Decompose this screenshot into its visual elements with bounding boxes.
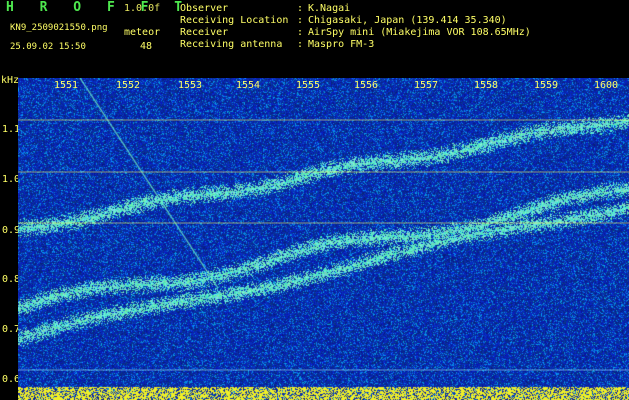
capture-datetime: 25.09.02 15:50 [10, 42, 86, 52]
x-tick-label: 1558 [474, 80, 499, 91]
x-tick-label: 1557 [414, 80, 439, 91]
info-value-observer: K.Nagai [308, 3, 351, 14]
info-label-antenna: Receiving antenna [180, 39, 283, 50]
x-tick-label: 1559 [534, 80, 559, 91]
hrofft-window: H R O F F T 1.0.0f KN9_2509021550.png 25… [0, 0, 629, 400]
x-tick-label: 1552 [116, 80, 141, 91]
info-value-receiver: AirSpy mini (Miakejima VOR 108.65MHz) [308, 27, 531, 38]
info-colon: : [297, 39, 304, 50]
info-value-antenna: Maspro FM-3 [308, 39, 375, 50]
meteor-count-label: meteor [124, 27, 161, 38]
app-brand: H R O F F T [6, 0, 192, 15]
x-tick-label: 1556 [354, 80, 379, 91]
x-tick-label: 1554 [236, 80, 261, 91]
x-tick-label: 1551 [54, 80, 79, 91]
info-label-observer: Observer [180, 3, 229, 14]
spectrogram-overlay [18, 119, 629, 371]
x-tick-label: 1555 [296, 80, 321, 91]
info-value-location: Chigasaki, Japan (139.414 35.340) [308, 15, 507, 26]
y-axis-unit: kHz [1, 75, 20, 86]
file-name: KN9_2509021550.png [10, 23, 108, 33]
info-colon: : [297, 27, 304, 38]
info-colon: : [297, 3, 304, 14]
info-label-location: Receiving Location [180, 15, 289, 26]
x-tick-label: 1553 [178, 80, 203, 91]
spectrogram-area [18, 78, 629, 400]
app-version: 1.0.0f [124, 3, 161, 14]
x-tick-label: 1600 [594, 80, 619, 91]
info-label-receiver: Receiver [180, 27, 229, 38]
info-colon: : [297, 15, 304, 26]
meteor-count-value: 48 [140, 41, 153, 52]
